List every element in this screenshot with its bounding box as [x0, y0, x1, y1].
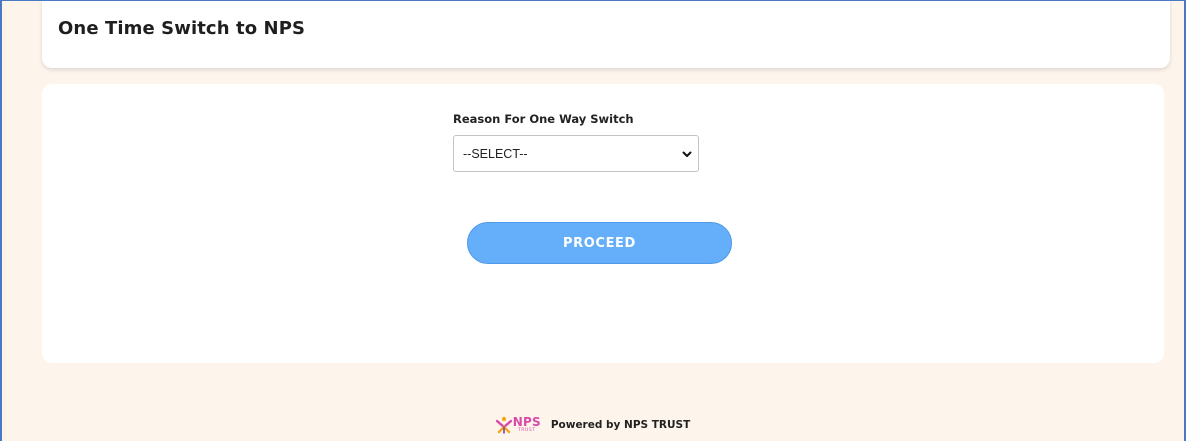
logo-mark-icon: [495, 416, 512, 434]
reason-select[interactable]: --SELECT--: [453, 135, 699, 172]
logo-nps-text: NPS: [512, 415, 541, 430]
chevron-down-icon: [682, 151, 692, 157]
proceed-button[interactable]: PROCEED: [467, 222, 732, 264]
switch-form: Reason For One Way Switch --SELECT-- PRO…: [42, 84, 1164, 363]
powered-by-text: Powered by NPS TRUST: [550, 419, 691, 431]
page-title: One Time Switch to NPS: [58, 18, 306, 39]
page-header: One Time Switch to NPS: [42, 0, 1170, 68]
logo-trust-text: TRUST: [517, 428, 536, 434]
reason-select-value: --SELECT--: [463, 147, 528, 161]
reason-label: Reason For One Way Switch: [453, 112, 634, 126]
footer: NPS TRUST Powered by NPS TRUST: [0, 413, 1186, 437]
nps-trust-logo: NPS TRUST: [495, 413, 541, 437]
